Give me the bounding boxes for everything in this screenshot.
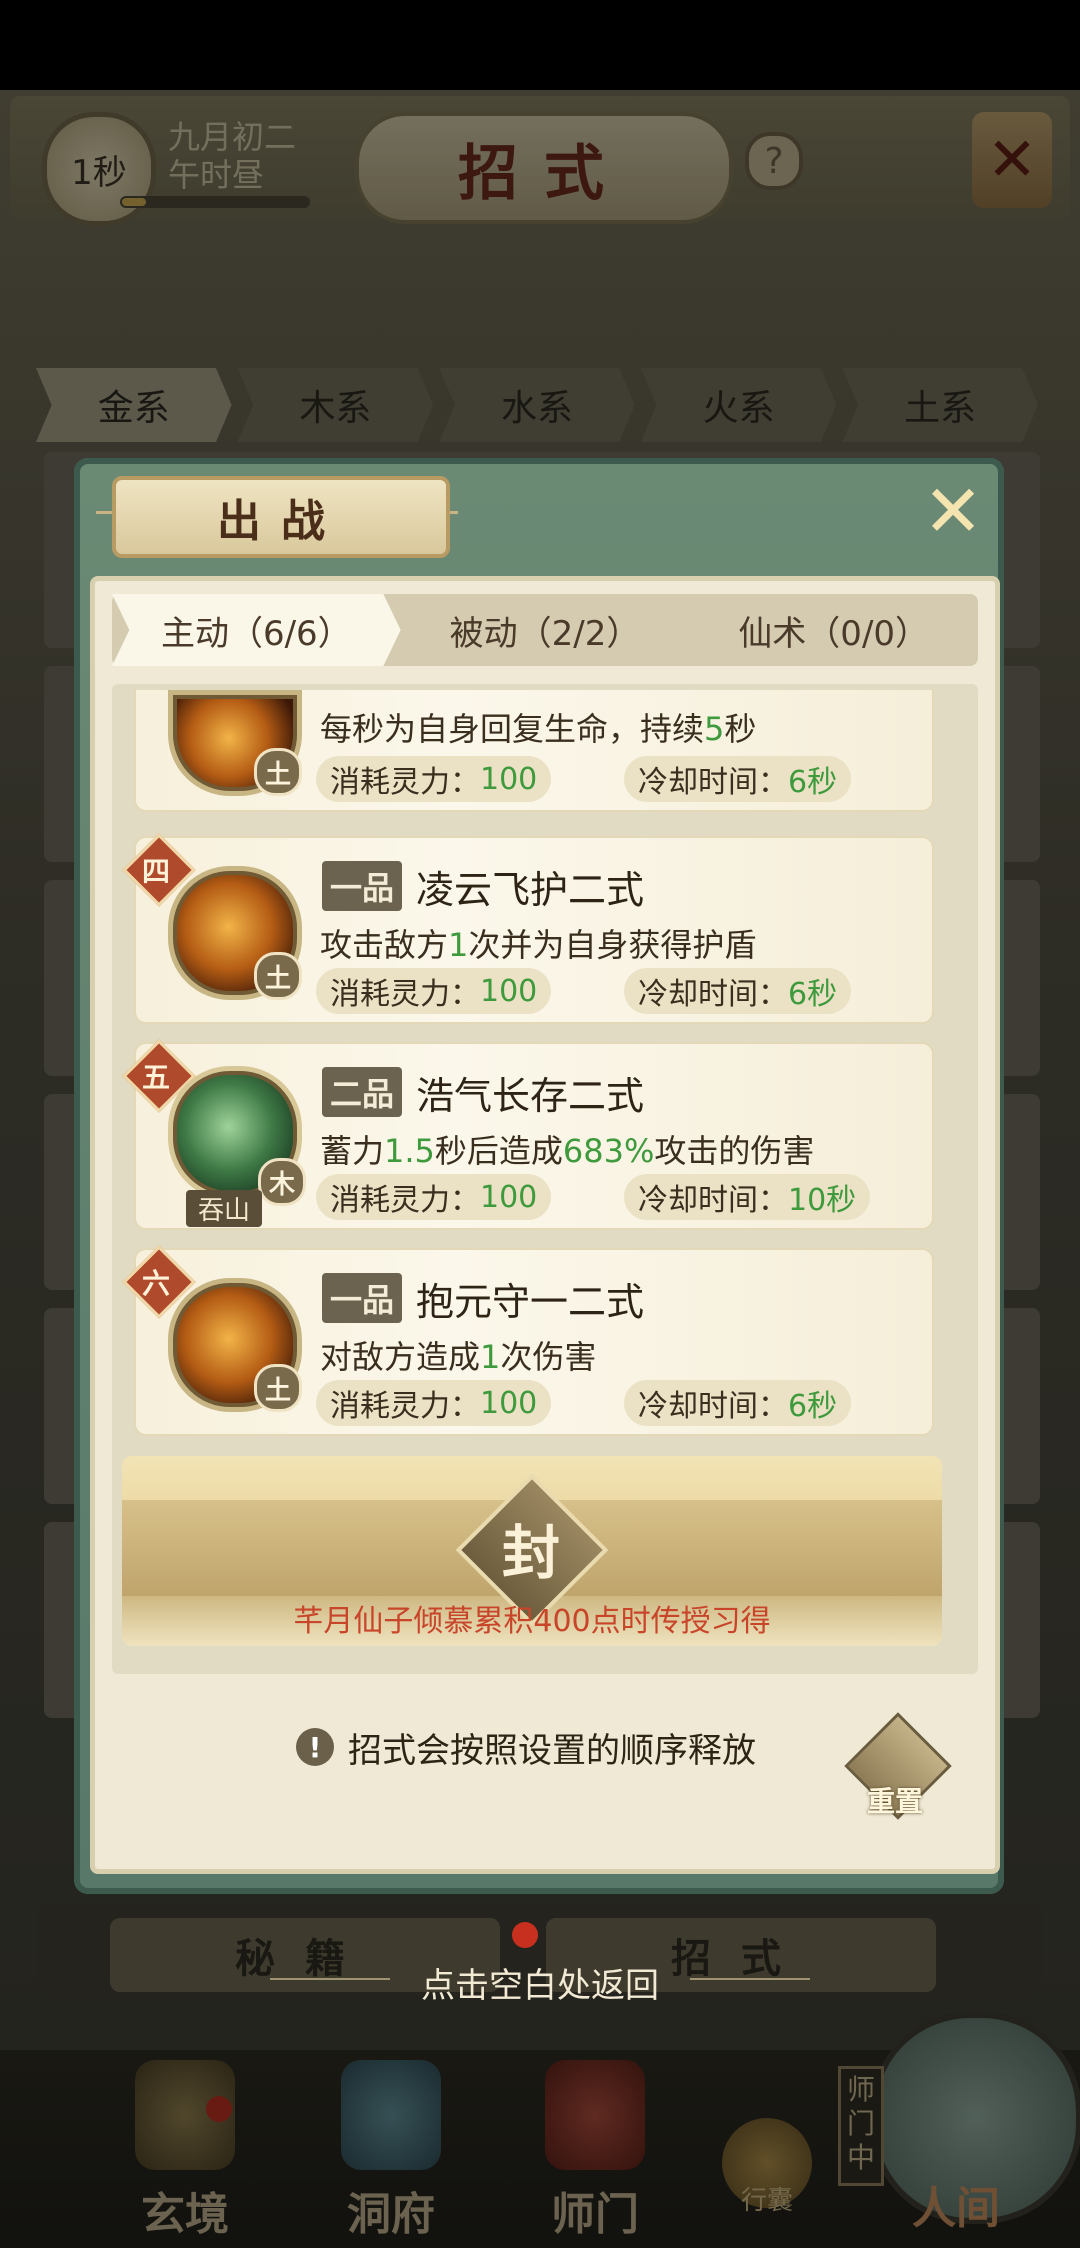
unlock-condition: 芊月仙子倾慕累积400点时传授习得: [293, 1604, 771, 1639]
mana-cost: 消耗灵力： 100: [316, 1380, 552, 1426]
character-name: 吞山: [186, 1190, 263, 1227]
mana-cost: 消耗灵力： 100: [316, 756, 552, 802]
skill-type-tabs: 主动（6/6） 被动（2/2） 仙术（0/0）: [112, 594, 978, 666]
skill-name: 浩气长存二式: [416, 1073, 645, 1118]
skill-name: 凌云飞护二式: [416, 867, 645, 912]
grade-tag: 一品: [322, 1273, 403, 1323]
element-badge: 土: [254, 748, 302, 796]
order-number: 四: [141, 855, 170, 888]
tab-active-skills[interactable]: 主动（6/6）: [112, 594, 401, 666]
tab-immortal-arts[interactable]: 仙术（0/0）: [689, 594, 978, 666]
hint-text: 招式会按照设置的顺序释放: [348, 1730, 756, 1771]
seal-character: 封: [501, 1519, 560, 1587]
skill-title: 二品 浩气长存二式: [322, 1062, 644, 1122]
grade-tag: 二品: [322, 1067, 403, 1117]
skill-name: 抱元守一二式: [416, 1279, 645, 1324]
modal-title: 出战: [112, 476, 450, 558]
warning-icon: !: [296, 1728, 334, 1766]
cooldown: 冷却时间： 10秒: [624, 1174, 871, 1220]
skill-description: 对敌方造成1次伤害: [320, 1338, 597, 1376]
order-number: 六: [141, 1267, 170, 1300]
skill-description: 蓄力1.5秒后造成683%攻击的伤害: [320, 1132, 815, 1170]
order-number: 五: [141, 1061, 170, 1094]
order-hint: ! 招式会按照设置的顺序释放: [296, 1722, 756, 1772]
skill-description: 每秒为自身回复生命，持续5秒: [320, 710, 757, 748]
grade-tag: 一品: [322, 861, 403, 911]
skill-description: 攻击敌方1次并为自身获得护盾: [320, 926, 757, 964]
reset-label: 重置: [866, 1785, 923, 1818]
notification-dot: [512, 1922, 538, 1948]
skill-title: 一品 凌云飞护二式: [322, 856, 644, 916]
mana-cost: 消耗灵力： 100: [316, 968, 552, 1014]
element-badge: 木: [258, 1158, 306, 1206]
element-badge: 土: [254, 952, 302, 1000]
skill-title: 一品 抱元守一二式: [322, 1268, 644, 1328]
mana-cost: 消耗灵力： 100: [316, 1174, 552, 1220]
tap-to-return-hint: 点击空白处返回: [421, 1966, 659, 2006]
cooldown: 冷却时间： 6秒: [624, 968, 852, 1014]
close-icon[interactable]: ✕: [918, 475, 988, 547]
tab-passive-skills[interactable]: 被动（2/2）: [401, 594, 690, 666]
cooldown: 冷却时间： 6秒: [624, 1380, 852, 1426]
cooldown: 冷却时间： 6秒: [624, 756, 852, 802]
element-badge: 土: [254, 1364, 302, 1412]
